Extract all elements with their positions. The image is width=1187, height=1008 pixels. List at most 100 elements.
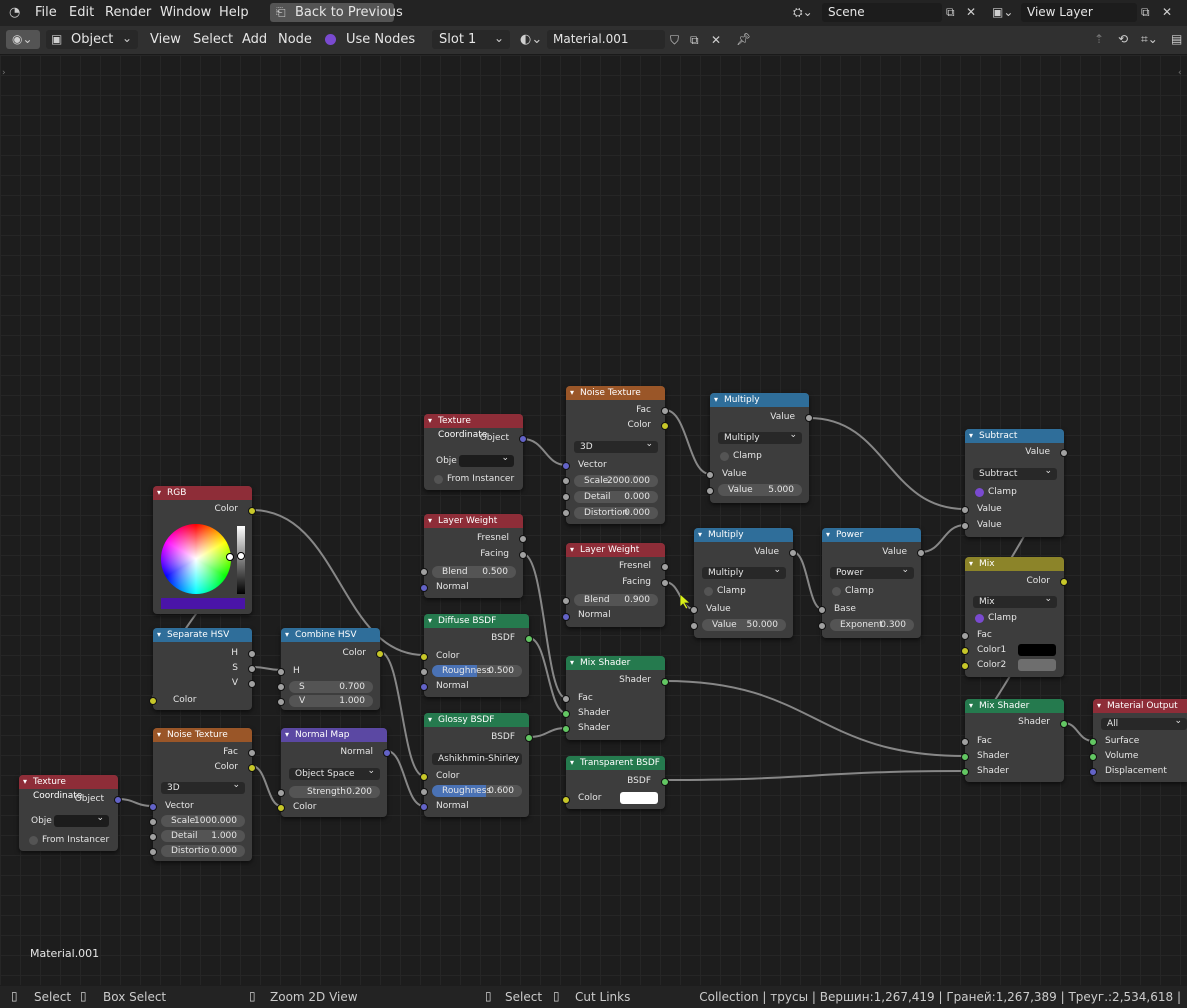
color-wheel[interactable] [161,524,231,594]
clamp-checkbox[interactable] [975,614,984,623]
scene-remove-icon[interactable]: ✕ [966,6,976,18]
socket-detail-in[interactable] [562,493,570,501]
node-mix[interactable]: Mix Color Mix Clamp Fac Color1 Color2 [961,557,1068,677]
blend-mode-dropdown[interactable]: Mix [973,593,1057,608]
menu-render[interactable]: Render [105,5,151,20]
socket-value-in-2[interactable] [706,487,714,495]
clamp-checkbox[interactable] [832,587,841,596]
operation-dropdown[interactable]: Subtract [973,465,1057,480]
header-add-menu[interactable]: Add [242,32,267,47]
clamp-checkbox[interactable] [975,488,984,497]
node-header[interactable]: Multiply [710,393,809,407]
socket-v-out[interactable] [248,680,256,688]
from-instancer-checkbox[interactable] [29,836,38,845]
socket-shader-in-2[interactable] [961,768,969,776]
distribution-dropdown[interactable]: Ashikhmin-Shirley [432,750,522,765]
node-header[interactable]: Mix Shader [566,656,665,670]
node-header[interactable]: Power [822,528,921,542]
value-slider[interactable] [237,526,245,594]
socket-bsdf-out[interactable] [525,734,533,742]
node-layer-weight-1[interactable]: Layer Weight Fresnel Facing Blend 0.500 N… [420,514,527,598]
scale-slider[interactable]: Scale 1000.000 [161,815,245,827]
socket-vector-in[interactable] [149,803,157,811]
node-noise-texture-2[interactable]: Noise Texture Fac Color 3D Vector Scale1… [149,728,256,861]
socket-fac-in[interactable] [562,695,570,703]
socket-fac-out[interactable] [248,749,256,757]
socket-value-out[interactable] [1060,449,1068,457]
socket-distortion-in[interactable] [149,848,157,856]
node-header[interactable]: Texture Coordinate [424,414,523,440]
socket-color-out[interactable] [248,764,256,772]
roughness-slider[interactable]: Roughness 0.600 [432,785,522,797]
socket-scale-in[interactable] [562,477,570,485]
parent-node-tree-icon[interactable]: ⇡ [1094,33,1104,45]
menu-window[interactable]: Window [160,5,211,20]
node-texture-coordinate-2[interactable]: Texture Coordinate Object Obje From Inst… [19,775,122,851]
color-wheel-cursor[interactable] [226,553,234,561]
socket-object-out[interactable] [114,796,122,804]
socket-color-out[interactable] [376,650,384,658]
v-slider[interactable]: V 1.000 [289,695,373,707]
color-swatch[interactable] [620,792,658,804]
socket-shader-in-1[interactable] [562,710,570,718]
socket-surface-in[interactable] [1089,738,1097,746]
view-layer-remove-icon[interactable]: ✕ [1162,6,1172,18]
duplicate-material-icon[interactable]: ⧉ [690,34,699,46]
distortion-slider[interactable]: Distortio 0.000 [161,845,245,857]
socket-detail-in[interactable] [149,833,157,841]
node-header[interactable]: Material Output [1093,699,1187,713]
socket-normal-in[interactable] [420,584,428,592]
socket-object-out[interactable] [519,435,527,443]
unlink-material-icon[interactable]: ✕ [711,34,721,46]
slot-dropdown[interactable]: Slot 1 ⌄ [432,30,510,49]
socket-displacement-in[interactable] [1089,768,1097,776]
socket-base-in[interactable] [818,606,826,614]
value-slider[interactable]: Value 50.000 [702,619,786,631]
operation-dropdown[interactable]: Multiply [702,564,786,579]
socket-shader-out[interactable] [1060,720,1068,728]
socket-bsdf-out[interactable] [525,635,533,643]
color-swatch[interactable] [161,598,245,609]
scene-copy-icon[interactable]: ⧉ [946,6,955,18]
view-layer-field[interactable]: View Layer [1021,3,1137,22]
clamp-checkbox[interactable] [720,452,729,461]
editor-type-button[interactable]: ◉⌄ [6,30,40,49]
socket-fresnel-out[interactable] [519,535,527,543]
operation-dropdown[interactable]: Multiply [718,429,802,444]
object-picker[interactable] [54,812,109,827]
blend-slider[interactable]: Blend 0.500 [432,566,516,578]
object-picker[interactable] [459,452,514,467]
value-slider[interactable]: Value 5.000 [718,484,802,496]
toolbar-expand-icon[interactable]: › [2,69,6,78]
socket-h-out[interactable] [248,650,256,658]
socket-color-in[interactable] [420,653,428,661]
socket-blend-in[interactable] [562,597,570,605]
overlay-icon[interactable]: ⟲ [1118,33,1128,45]
socket-color1-in[interactable] [961,647,969,655]
target-dropdown[interactable]: All [1101,715,1187,730]
node-transparent-bsdf[interactable]: Transparent BSDF BSDF Color [562,756,669,809]
socket-s-in[interactable] [277,683,285,691]
socket-bsdf-out[interactable] [661,778,669,786]
node-noise-texture-1[interactable]: Noise Texture Fac Color 3D Vector Scale2… [562,386,669,524]
operation-dropdown[interactable]: Power [830,564,914,579]
socket-color-in[interactable] [420,773,428,781]
socket-value-out[interactable] [805,414,813,422]
node-header[interactable]: Separate HSV [153,628,252,642]
dimensions-dropdown[interactable]: 3D [574,438,658,453]
header-select-menu[interactable]: Select [193,32,233,47]
node-subtract[interactable]: Subtract Value Subtract Clamp Value Valu… [961,429,1068,537]
dimensions-dropdown[interactable]: 3D [161,779,245,794]
socket-scale-in[interactable] [149,818,157,826]
node-header[interactable]: Subtract [965,429,1064,443]
clamp-checkbox[interactable] [704,587,713,596]
color2-swatch[interactable] [1018,659,1056,671]
socket-color-out[interactable] [1060,578,1068,586]
material-browse-icon[interactable]: ◐⌄ [520,33,542,46]
socket-volume-in[interactable] [1089,753,1097,761]
node-header[interactable]: Texture Coordinate [19,775,118,801]
snap-icon[interactable]: ⌗⌄ [1141,33,1158,45]
socket-roughness-in[interactable] [420,668,428,676]
socket-value-in-1[interactable] [961,506,969,514]
node-header[interactable]: Layer Weight [566,543,665,557]
